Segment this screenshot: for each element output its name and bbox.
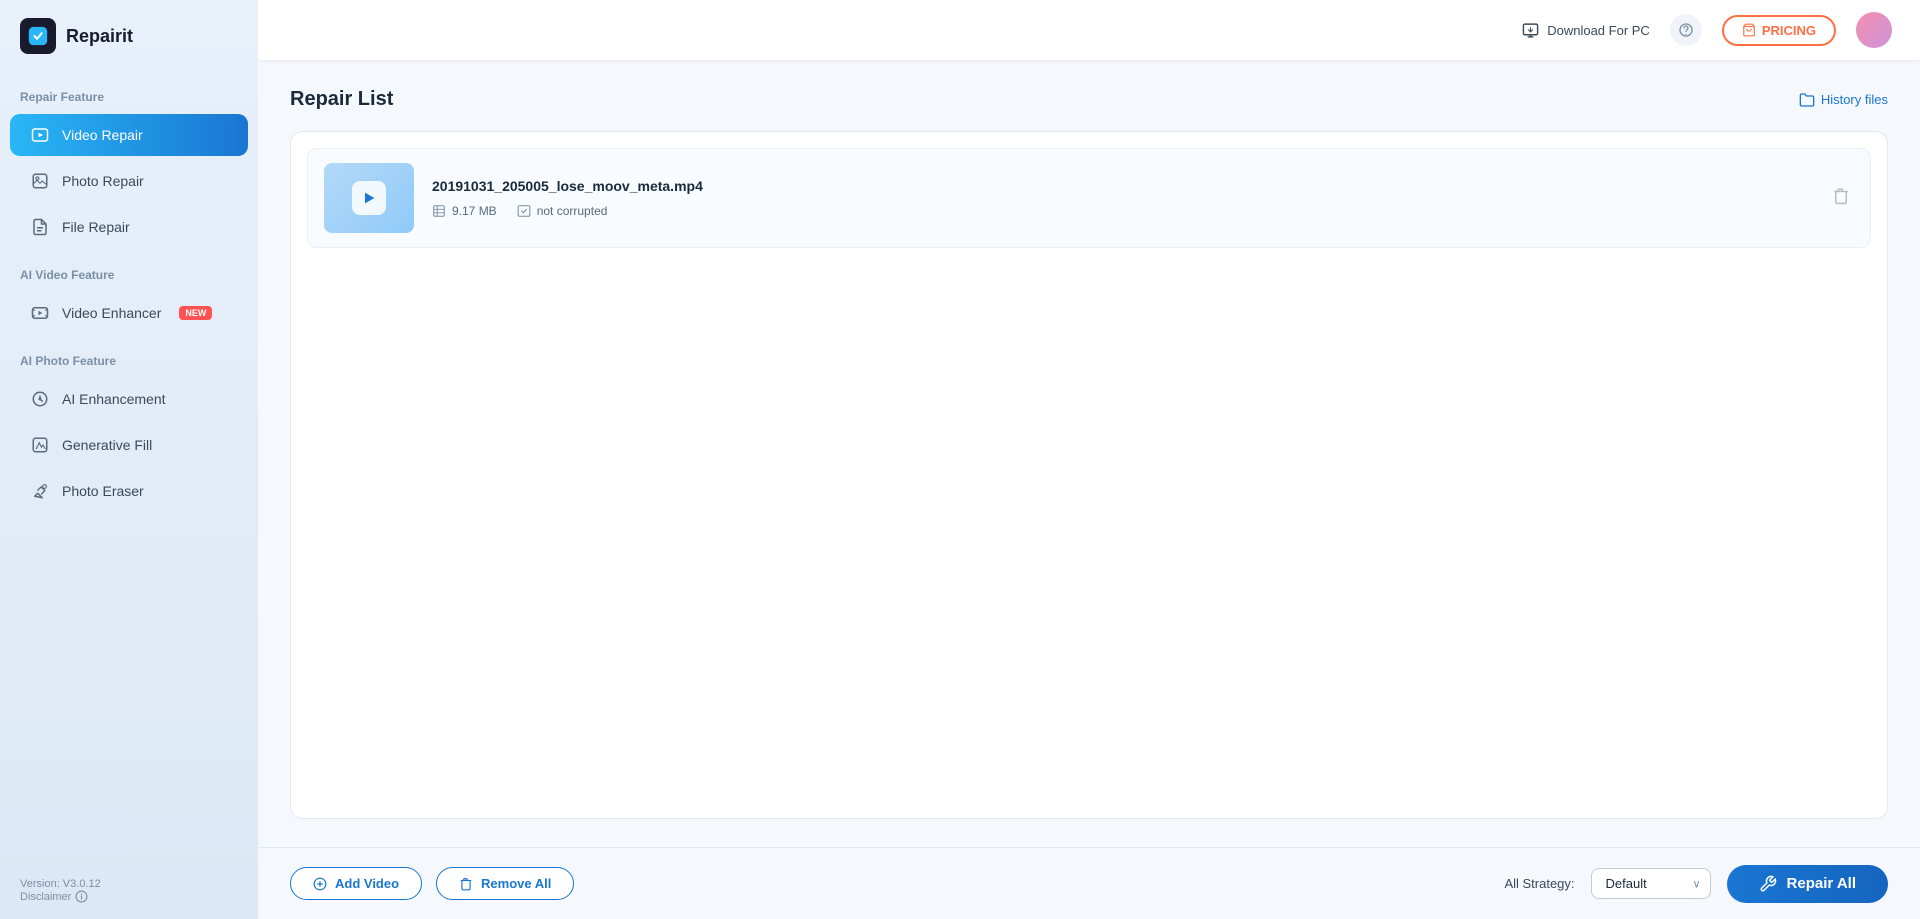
- history-files-btn[interactable]: History files: [1799, 92, 1888, 108]
- repair-icon: [1759, 875, 1777, 893]
- pricing-button[interactable]: PRICING: [1722, 15, 1836, 46]
- video-enhancer-icon: [30, 303, 50, 323]
- repair-all-label: Repair All: [1787, 875, 1856, 892]
- pricing-label: PRICING: [1762, 23, 1816, 38]
- add-video-label: Add Video: [335, 876, 399, 891]
- sidebar-item-video-enhancer[interactable]: Video Enhancer NEW: [10, 292, 248, 334]
- logo-icon: [20, 18, 56, 54]
- photo-repair-icon: [30, 171, 50, 191]
- app-logo: Repairit: [0, 0, 258, 72]
- file-thumbnail: [324, 163, 414, 233]
- content-header: Repair List History files: [290, 88, 1888, 111]
- trash-icon: [1832, 187, 1850, 205]
- bottom-right-actions: All Strategy: Default Repair All: [1504, 865, 1888, 903]
- ai-enhancement-icon: [30, 389, 50, 409]
- sidebar-item-video-repair[interactable]: Video Repair: [10, 114, 248, 156]
- ai-photo-section-label: AI Photo Feature: [0, 336, 258, 376]
- play-button[interactable]: [352, 181, 386, 215]
- main-area: Download For PC PRICING Repair List: [258, 0, 1920, 919]
- download-label: Download For PC: [1547, 23, 1650, 38]
- content-area: Repair List History files 20191: [258, 60, 1920, 847]
- ai-enhancement-label: AI Enhancement: [62, 391, 166, 407]
- sidebar-footer: Version: V3.0.12 Disclaimer: [0, 862, 258, 919]
- file-status-item: not corrupted: [517, 204, 608, 218]
- sidebar-item-file-repair[interactable]: File Repair: [10, 206, 248, 248]
- generative-fill-label: Generative Fill: [62, 437, 152, 453]
- header: Download For PC PRICING: [258, 0, 1920, 60]
- repair-list-container: 20191031_205005_lose_moov_meta.mp4 9.17 …: [290, 131, 1888, 819]
- trash-all-icon: [459, 877, 473, 891]
- file-size-icon: [432, 204, 446, 218]
- file-size: 9.17 MB: [452, 204, 497, 218]
- sidebar-item-ai-enhancement[interactable]: AI Enhancement: [10, 378, 248, 420]
- app-name: Repairit: [66, 26, 133, 47]
- video-repair-icon: [30, 125, 50, 145]
- sidebar-item-photo-eraser[interactable]: Photo Eraser: [10, 470, 248, 512]
- remove-all-button[interactable]: Remove All: [436, 867, 574, 900]
- monitor-icon: [1522, 22, 1539, 39]
- status-icon: [517, 204, 531, 218]
- user-avatar[interactable]: [1856, 12, 1892, 48]
- generative-fill-icon: [30, 435, 50, 455]
- strategy-label: All Strategy:: [1504, 876, 1574, 891]
- file-repair-label: File Repair: [62, 219, 130, 235]
- help-btn[interactable]: [1670, 14, 1702, 46]
- repair-list-title: Repair List: [290, 88, 393, 111]
- info-icon: [75, 890, 88, 903]
- strategy-select-wrapper: Default: [1591, 868, 1711, 899]
- video-enhancer-label: Video Enhancer: [62, 305, 161, 321]
- file-info: 20191031_205005_lose_moov_meta.mp4 9.17 …: [432, 178, 1810, 218]
- disclaimer-label: Disclaimer: [20, 891, 71, 903]
- headset-icon: [1678, 22, 1694, 38]
- file-size-item: 9.17 MB: [432, 204, 497, 218]
- sidebar-item-generative-fill[interactable]: Generative Fill: [10, 424, 248, 466]
- repair-all-button[interactable]: Repair All: [1727, 865, 1888, 903]
- photo-eraser-label: Photo Eraser: [62, 483, 144, 499]
- repair-feature-section-label: Repair Feature: [0, 72, 258, 112]
- add-video-button[interactable]: Add Video: [290, 867, 422, 900]
- new-badge: NEW: [179, 306, 212, 320]
- disclaimer-link[interactable]: Disclaimer: [20, 890, 238, 903]
- ai-video-section-label: AI Video Feature: [0, 250, 258, 290]
- file-meta: 9.17 MB not corrupted: [432, 204, 1810, 218]
- bottom-left-actions: Add Video Remove All: [290, 867, 574, 900]
- remove-all-label: Remove All: [481, 876, 551, 891]
- version-text: Version: V3.0.12: [20, 878, 238, 890]
- file-name: 20191031_205005_lose_moov_meta.mp4: [432, 178, 1810, 194]
- folder-icon: [1799, 92, 1815, 108]
- add-icon: [313, 877, 327, 891]
- sidebar-item-photo-repair[interactable]: Photo Repair: [10, 160, 248, 202]
- strategy-select[interactable]: Default: [1591, 868, 1711, 899]
- history-files-label: History files: [1821, 92, 1888, 107]
- bottom-bar: Add Video Remove All All Strategy: Defau…: [258, 847, 1920, 919]
- download-for-pc-btn[interactable]: Download For PC: [1522, 22, 1650, 39]
- cart-icon: [1742, 23, 1756, 37]
- photo-repair-label: Photo Repair: [62, 173, 144, 189]
- sidebar: Repairit Repair Feature Video Repair Pho…: [0, 0, 258, 919]
- play-icon: [361, 190, 377, 206]
- table-row: 20191031_205005_lose_moov_meta.mp4 9.17 …: [307, 148, 1871, 248]
- file-status: not corrupted: [537, 204, 608, 218]
- delete-file-btn[interactable]: [1828, 183, 1854, 214]
- file-repair-icon: [30, 217, 50, 237]
- video-repair-label: Video Repair: [62, 127, 143, 143]
- photo-eraser-icon: [30, 481, 50, 501]
